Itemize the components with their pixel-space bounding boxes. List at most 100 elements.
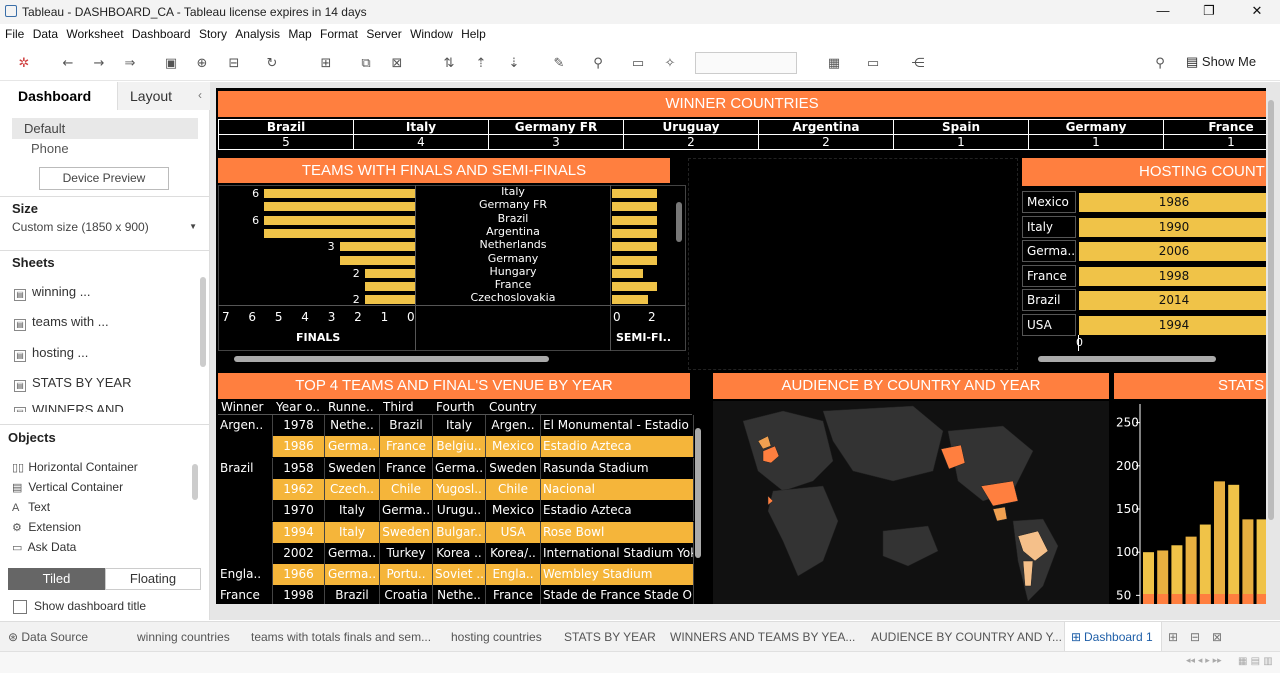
minimize-icon[interactable]: — bbox=[1155, 3, 1171, 19]
stats-bar-base bbox=[1185, 594, 1197, 604]
table-row[interactable]: Argen.. 1978 Nethe.. Brazil Italy Argen.. El M… bbox=[218, 415, 694, 436]
hosting-hscroll[interactable] bbox=[1038, 356, 1216, 362]
object-extension[interactable]: ⚙ Extension bbox=[12, 520, 81, 534]
device-preview-button[interactable]: Device Preview bbox=[39, 167, 169, 190]
winner-count-cell: 2 bbox=[758, 134, 894, 150]
menu-server[interactable]: Server bbox=[361, 24, 401, 41]
sort-desc-icon[interactable]: ⇣ bbox=[506, 56, 522, 71]
new-worksheet-icon[interactable]: ⊞ bbox=[1168, 630, 1178, 644]
show-cards-icon[interactable]: ▦ bbox=[826, 56, 842, 71]
presentation-icon[interactable]: ▭ bbox=[865, 56, 881, 71]
menu-window[interactable]: Window bbox=[405, 24, 453, 41]
pause-updates-icon[interactable]: ⊟ bbox=[226, 56, 242, 71]
table-row[interactable]: 1994 Italy Sweden Bulgar.. USA Rose Bowl bbox=[218, 521, 694, 543]
sheet-item[interactable]: ▤ winning ... bbox=[14, 284, 91, 301]
sheet-navigation-icon[interactable]: ◂◂ ◂ ▸ ▸▸ bbox=[1186, 656, 1222, 666]
new-story-icon[interactable]: ⊠ bbox=[1212, 630, 1222, 644]
tab-teams-with-totals[interactable]: teams with totals finals and sem... bbox=[251, 630, 431, 644]
show-title-checkbox[interactable] bbox=[13, 600, 27, 614]
table-row[interactable]: 2002 Germa.. Turkey Korea .. Korea/.. Interna… bbox=[218, 542, 694, 564]
tab-layout[interactable]: Layout bbox=[130, 88, 172, 104]
close-icon[interactable]: ✕ bbox=[1249, 3, 1265, 19]
tab-dashboard[interactable]: Dashboard bbox=[18, 88, 91, 104]
share-icon[interactable]: ⋲ bbox=[910, 56, 926, 71]
highlight-icon[interactable]: ✎ bbox=[551, 56, 567, 71]
tab-hosting-countries[interactable]: hosting countries bbox=[451, 630, 542, 644]
menu-map[interactable]: Map bbox=[283, 24, 311, 41]
top4-vscroll[interactable] bbox=[695, 428, 701, 558]
table-row[interactable]: 1970 Italy Germa.. Urugu.. Mexico Estadio Azt… bbox=[218, 500, 694, 522]
pin-icon[interactable]: ✧ bbox=[662, 56, 678, 71]
tableau-home-icon[interactable]: ✲ bbox=[16, 56, 32, 71]
collapse-icon[interactable]: ‹ bbox=[198, 88, 202, 102]
hosting-country-cell: Mexico bbox=[1022, 191, 1076, 213]
undo-icon[interactable]: ← bbox=[60, 56, 76, 71]
sheet-item[interactable]: ▤ WINNERS AND bbox=[14, 402, 194, 412]
tab-stats-by-year[interactable]: STATS BY YEAR bbox=[564, 630, 656, 644]
show-me-label: Show Me bbox=[1201, 54, 1257, 69]
label-icon[interactable]: ▭ bbox=[630, 56, 646, 71]
table-cell: Germa.. bbox=[380, 500, 433, 522]
table-row[interactable]: 1962 Czech.. Chile Yugosl.. Chile Nacional bbox=[218, 478, 694, 500]
sheet-item[interactable]: ▤ hosting ... bbox=[14, 345, 88, 362]
fit-dropdown[interactable] bbox=[695, 52, 797, 74]
replay-icon[interactable]: ⇒ bbox=[122, 56, 138, 71]
menu-file[interactable]: File bbox=[0, 24, 24, 41]
menu-data[interactable]: Data bbox=[28, 24, 58, 41]
finals-vscroll[interactable] bbox=[676, 202, 682, 242]
device-phone[interactable]: Phone bbox=[31, 141, 69, 156]
object-text[interactable]: A Text bbox=[12, 500, 50, 514]
swap-icon[interactable]: ⇅ bbox=[441, 56, 457, 71]
new-sheet-icon[interactable]: ⊞ bbox=[318, 56, 334, 71]
object-horizontal-container[interactable]: ▯▯ Horizontal Container bbox=[12, 460, 138, 474]
clear-icon[interactable]: ⊠ bbox=[389, 56, 405, 71]
group-icon[interactable]: ⚲ bbox=[590, 56, 606, 71]
hosting-country-cell: Brazil bbox=[1022, 289, 1076, 312]
sheets-scrollbar[interactable] bbox=[200, 277, 206, 367]
menu-dashboard[interactable]: Dashboard bbox=[127, 24, 191, 41]
finals-hscroll[interactable] bbox=[234, 356, 549, 362]
new-dashboard-icon[interactable]: ⊟ bbox=[1190, 630, 1200, 644]
new-datasource-icon[interactable]: ⊕ bbox=[194, 56, 210, 71]
menu-help[interactable]: Help bbox=[456, 24, 486, 41]
table-row[interactable]: France 1998 Brazil Croatia Nethe.. France Stad… bbox=[218, 585, 694, 604]
finals-country-label: Netherlands bbox=[479, 238, 547, 252]
redo-icon[interactable]: → bbox=[91, 56, 107, 71]
menu-analysis[interactable]: Analysis bbox=[230, 24, 280, 41]
finals-bar bbox=[264, 215, 415, 225]
size-dropdown[interactable]: Custom size (1850 x 900) ▼ bbox=[12, 220, 200, 240]
tab-winners-and-teams[interactable]: WINNERS AND TEAMS BY YEA... bbox=[670, 630, 855, 644]
tiled-button[interactable]: Tiled bbox=[8, 568, 105, 590]
winner-country-header: Spain bbox=[893, 119, 1029, 135]
pushpin-icon[interactable]: ⚲ bbox=[1152, 56, 1168, 71]
menu-format[interactable]: Format bbox=[315, 24, 358, 41]
tab-dashboard-1[interactable]: ⊞ Dashboard 1 bbox=[1064, 622, 1162, 652]
duplicate-icon[interactable]: ⧉ bbox=[358, 56, 374, 71]
tab-audience[interactable]: AUDIENCE BY COUNTRY AND Y... bbox=[871, 630, 1062, 644]
object-ask-data[interactable]: ▭ Ask Data bbox=[12, 540, 76, 554]
tab-winning-countries[interactable]: winning countries bbox=[137, 630, 230, 644]
table-cell: Argen.. bbox=[218, 415, 273, 436]
table-row[interactable]: Brazil 1958 Sweden France Germa.. Sweden Rasun… bbox=[218, 457, 694, 479]
menu-worksheet[interactable]: Worksheet bbox=[61, 24, 123, 41]
table-row[interactable]: Engla.. 1966 Germa.. Portu.. Soviet .. Engla.… bbox=[218, 564, 694, 586]
view-mode-icon[interactable]: ▦ ▤ ▥ bbox=[1238, 656, 1273, 667]
canvas-vscroll[interactable] bbox=[1268, 100, 1274, 520]
device-default[interactable]: Default bbox=[12, 118, 198, 139]
semi-final-bar bbox=[612, 255, 657, 265]
floating-button[interactable]: Floating bbox=[105, 568, 201, 590]
objects-scrollbar[interactable] bbox=[192, 464, 198, 500]
sheet-item[interactable]: ▤ STATS BY YEAR bbox=[14, 375, 131, 392]
tab-data-source[interactable]: ⊛ Data Source bbox=[8, 630, 88, 644]
menu-story[interactable]: Story bbox=[194, 24, 227, 41]
stats-bar-base bbox=[1199, 594, 1211, 604]
sheet-item[interactable]: ▤ teams with ... bbox=[14, 314, 109, 331]
table-row[interactable]: 1986 Germa.. France Belgiu.. Mexico Estadio A… bbox=[218, 436, 694, 458]
object-vertical-container[interactable]: ▤ Vertical Container bbox=[12, 480, 123, 494]
table-cell: 1998 bbox=[273, 585, 325, 604]
refresh-icon[interactable]: ↻ bbox=[264, 56, 280, 71]
restore-icon[interactable]: ❐ bbox=[1201, 3, 1217, 19]
show-me-button[interactable]: ▤ Show Me bbox=[1186, 54, 1256, 70]
save-icon[interactable]: ▣ bbox=[163, 56, 179, 71]
sort-asc-icon[interactable]: ⇡ bbox=[473, 56, 489, 71]
